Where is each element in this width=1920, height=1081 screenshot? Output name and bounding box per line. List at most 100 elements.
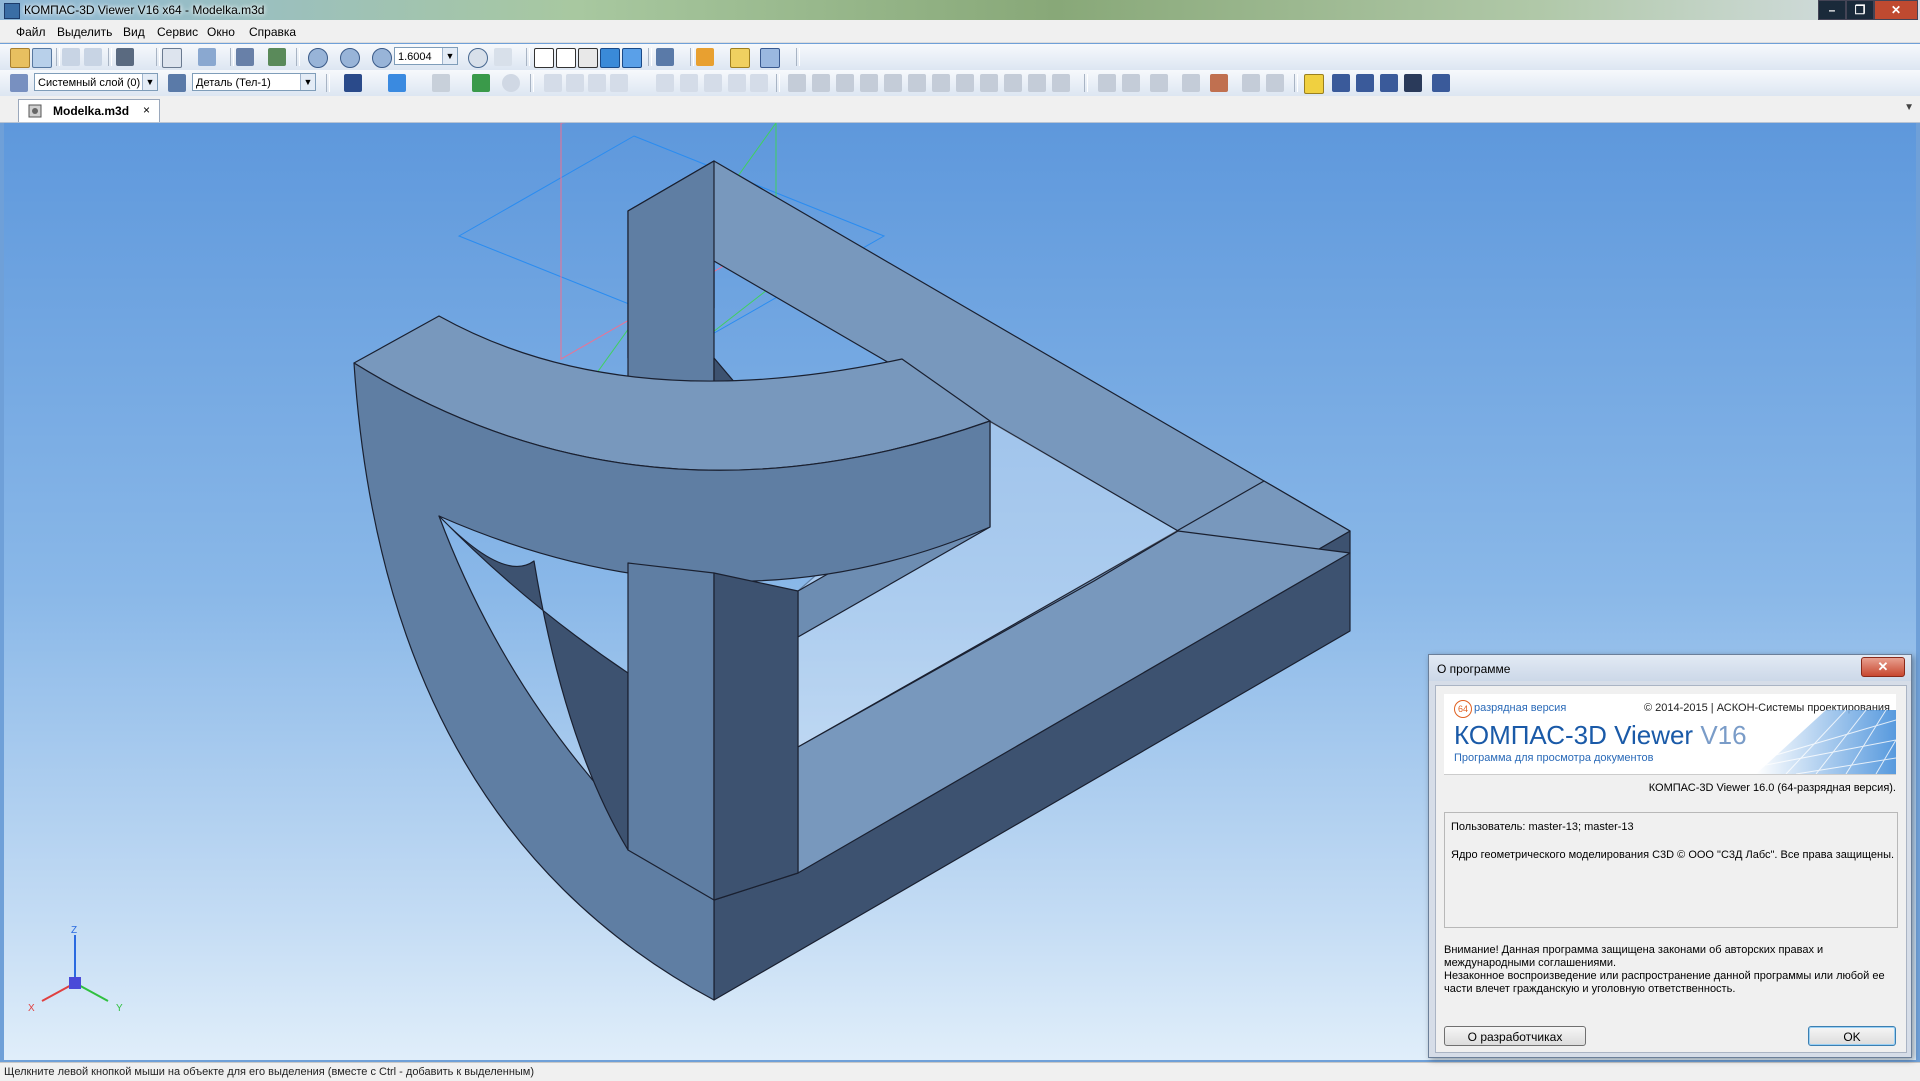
- component-icon[interactable]: [1028, 74, 1046, 92]
- separator: [690, 48, 694, 66]
- layers-icon[interactable]: [10, 74, 28, 92]
- dialog-close-button[interactable]: ✕: [1861, 657, 1905, 677]
- filter-icon[interactable]: [908, 74, 926, 92]
- measure-perimeter-icon[interactable]: [750, 74, 768, 92]
- menu-service[interactable]: Сервис: [157, 25, 198, 39]
- perspective-icon[interactable]: [696, 48, 714, 66]
- table-icon[interactable]: [1098, 74, 1116, 92]
- close-button[interactable]: ✕: [1874, 0, 1918, 20]
- product-name: КОМПАС-3D Viewer V16: [1454, 720, 1747, 751]
- part-combo[interactable]: Деталь (Тел-1) ▼: [192, 73, 316, 91]
- script-icon[interactable]: [1356, 74, 1374, 92]
- chevron-down-icon[interactable]: ▼: [300, 74, 315, 90]
- maximize-button[interactable]: ❐: [1846, 0, 1874, 20]
- plane-icon[interactable]: [812, 74, 830, 92]
- separator: [156, 48, 160, 66]
- product-version: V16: [1700, 720, 1747, 750]
- copy-icon[interactable]: [1242, 74, 1260, 92]
- part-body[interactable]: [353, 160, 1351, 1001]
- export-icon[interactable]: [1404, 74, 1422, 92]
- wireframe-icon[interactable]: [534, 48, 554, 68]
- bom-icon[interactable]: [1150, 74, 1168, 92]
- standard-toolbar: 1.6004 ▼: [0, 44, 1920, 71]
- chevron-down-icon[interactable]: ▼: [442, 48, 457, 64]
- menu-help[interactable]: Справка: [249, 25, 296, 39]
- measure-distance-icon[interactable]: [588, 74, 606, 92]
- point-icon[interactable]: [860, 74, 878, 92]
- shaded-icon[interactable]: [600, 48, 620, 68]
- measure-length-icon[interactable]: [656, 74, 674, 92]
- menu-window[interactable]: Окно: [207, 25, 235, 39]
- forward-icon[interactable]: [84, 48, 102, 66]
- tab-label: Modelka.m3d: [53, 104, 130, 118]
- measure-icon[interactable]: [544, 74, 562, 92]
- minimize-button[interactable]: –: [1818, 0, 1846, 20]
- app-icon: [4, 3, 20, 19]
- pan-icon[interactable]: [494, 48, 512, 66]
- print-icon[interactable]: [116, 48, 134, 66]
- orientation-icon[interactable]: [656, 48, 674, 66]
- shaded-edges-icon[interactable]: [622, 48, 642, 68]
- dialog-title-bar[interactable]: О программе ✕: [1429, 655, 1911, 681]
- snap-icon[interactable]: [472, 74, 490, 92]
- menu-file[interactable]: Файл: [16, 25, 46, 39]
- edge-icon[interactable]: [932, 74, 950, 92]
- rotate-icon[interactable]: [468, 48, 488, 68]
- measure-volume-icon[interactable]: [704, 74, 722, 92]
- separator: [230, 48, 234, 66]
- body-icon[interactable]: [1004, 74, 1022, 92]
- color-icon[interactable]: [388, 74, 406, 92]
- part-icon[interactable]: [168, 74, 186, 92]
- measure-radius-icon[interactable]: [610, 74, 628, 92]
- preview-icon[interactable]: [162, 48, 182, 68]
- attribute-icon[interactable]: [432, 74, 450, 92]
- chevron-down-icon[interactable]: ▼: [142, 74, 157, 90]
- back-icon[interactable]: [62, 48, 80, 66]
- zoom-icon[interactable]: [372, 48, 392, 68]
- sketch-icon[interactable]: [884, 74, 902, 92]
- report-icon[interactable]: [1210, 74, 1228, 92]
- chart-icon[interactable]: [1380, 74, 1398, 92]
- settings-icon[interactable]: [1432, 74, 1450, 92]
- zoom-all-icon[interactable]: [308, 48, 328, 68]
- section-icon[interactable]: [788, 74, 806, 92]
- developers-button[interactable]: О разработчиках: [1444, 1026, 1586, 1046]
- hidden-lines-icon[interactable]: [556, 48, 576, 68]
- reopen-icon[interactable]: [32, 48, 52, 68]
- mass-properties-icon[interactable]: [728, 74, 746, 92]
- thin-hidden-icon[interactable]: [578, 48, 598, 68]
- tree-icon[interactable]: [236, 48, 254, 66]
- appearance-icon[interactable]: [344, 74, 362, 92]
- paste-icon[interactable]: [1266, 74, 1284, 92]
- zoom-window-icon[interactable]: [340, 48, 360, 68]
- measure-area-icon[interactable]: [680, 74, 698, 92]
- warning-line: Внимание! Данная программа защищена зако…: [1444, 944, 1824, 956]
- measure-angle-icon[interactable]: [566, 74, 584, 92]
- menu-select[interactable]: Выделить: [57, 25, 112, 39]
- axis-x-label: X: [28, 1003, 35, 1014]
- tab-modelka[interactable]: Modelka.m3d ×: [18, 99, 160, 122]
- open-icon[interactable]: [10, 48, 30, 68]
- tab-list-icon[interactable]: ▼: [1904, 102, 1914, 113]
- refresh-icon[interactable]: [760, 48, 780, 68]
- curve-icon[interactable]: [1052, 74, 1070, 92]
- library-icon[interactable]: [268, 48, 286, 66]
- properties-icon[interactable]: [198, 48, 216, 66]
- cycle-icon[interactable]: [502, 74, 520, 92]
- zoom-scale-combo[interactable]: 1.6004 ▼: [394, 47, 458, 65]
- highlight-icon[interactable]: [1304, 74, 1324, 94]
- close-tab-icon[interactable]: ×: [143, 103, 150, 117]
- layer-combo[interactable]: Системный слой (0) ▼: [34, 73, 158, 91]
- active-view-icon[interactable]: [730, 48, 750, 68]
- grid-icon[interactable]: [1182, 74, 1200, 92]
- column-side: [713, 572, 799, 901]
- axis-icon[interactable]: [836, 74, 854, 92]
- face-icon[interactable]: [956, 74, 974, 92]
- spec-icon[interactable]: [1122, 74, 1140, 92]
- axis-y-label: Y: [116, 1003, 123, 1014]
- version-line: КОМПАС-3D Viewer 16.0 (64-разрядная верс…: [1648, 782, 1896, 794]
- menu-view[interactable]: Вид: [123, 25, 145, 39]
- ok-button[interactable]: OK: [1808, 1026, 1896, 1046]
- macro-icon[interactable]: [1332, 74, 1350, 92]
- vertex-icon[interactable]: [980, 74, 998, 92]
